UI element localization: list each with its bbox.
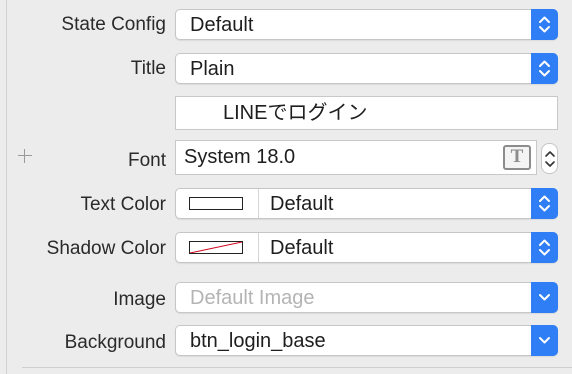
shadow-color-label: Shadow Color	[46, 238, 166, 259]
title-text-value: LINEでログイン	[223, 102, 368, 124]
text-color-swatch	[189, 197, 243, 210]
text-color-swatch-cell[interactable]	[176, 189, 259, 218]
chevron-down-icon[interactable]	[531, 325, 558, 356]
font-t-icon[interactable]: T	[503, 145, 531, 170]
background-value[interactable]: btn_login_base	[190, 328, 326, 354]
title-type-popup[interactable]: Plain	[175, 53, 558, 84]
text-color-popup[interactable]: Default	[175, 188, 558, 219]
up-down-chevron-icon[interactable]	[531, 53, 558, 84]
shadow-color-value: Default	[270, 237, 334, 259]
state-config-value: Default	[190, 14, 254, 36]
up-down-chevron-icon[interactable]	[531, 232, 558, 263]
image-placeholder[interactable]: Default Image	[190, 285, 315, 311]
title-label: Title	[130, 58, 166, 79]
chevron-down-icon[interactable]	[531, 282, 558, 313]
plus-icon[interactable]	[17, 148, 33, 164]
state-config-label: State Config	[61, 14, 166, 35]
up-down-chevron-icon[interactable]	[531, 188, 558, 219]
font-field[interactable]: System 18.0 T	[175, 140, 537, 175]
title-type-value: Plain	[190, 58, 235, 80]
section-divider	[22, 367, 572, 368]
text-color-value: Default	[270, 193, 334, 215]
panel-divider	[6, 0, 7, 374]
image-label: Image	[113, 289, 166, 310]
font-value: System 18.0	[184, 146, 296, 168]
up-down-chevron-icon[interactable]	[531, 9, 558, 40]
image-combo[interactable]: Default Image	[175, 282, 558, 313]
clear-color-swatch	[189, 241, 243, 254]
font-label: Font	[127, 150, 166, 171]
title-text-field[interactable]: LINEでログイン	[175, 96, 558, 130]
text-color-label: Text Color	[80, 194, 166, 215]
background-label: Background	[64, 332, 166, 353]
shadow-color-popup[interactable]: Default	[175, 232, 558, 263]
shadow-color-swatch-cell[interactable]	[176, 233, 259, 262]
font-size-stepper[interactable]	[541, 143, 558, 174]
background-combo[interactable]: btn_login_base	[175, 325, 558, 356]
state-config-popup[interactable]: Default	[175, 9, 558, 40]
